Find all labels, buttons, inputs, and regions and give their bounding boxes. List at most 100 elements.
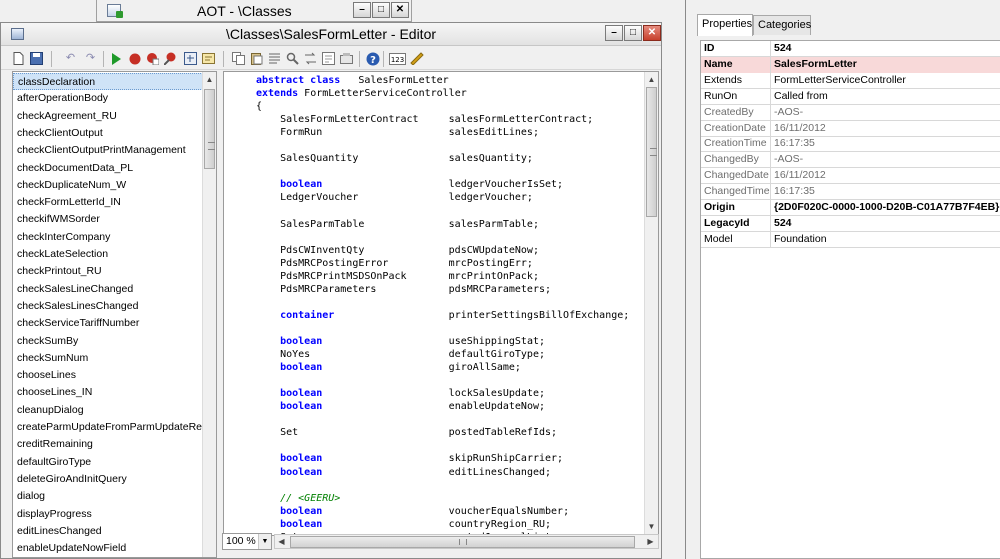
property-row[interactable]: ChangedTime 16:17:35 — [701, 184, 1000, 201]
code-line[interactable]: boolean enableUpdateNow; — [256, 400, 545, 413]
script-icon[interactable] — [321, 51, 336, 66]
property-value[interactable]: SalesFormLetter — [771, 56, 1000, 73]
code-line[interactable]: PdsMRCParameters pdsMRCParameters; — [256, 283, 551, 296]
minimize-icon[interactable]: – — [605, 25, 623, 41]
property-row[interactable]: ID 524 — [701, 41, 1000, 57]
line-number-icon[interactable]: 123 — [389, 51, 406, 66]
code-line[interactable]: FormRun salesEditLines; — [256, 126, 539, 139]
paste-icon[interactable] — [249, 51, 264, 66]
toggle-breakpoint-icon[interactable] — [163, 51, 178, 66]
code-line[interactable]: NoYes defaultGiroType; — [256, 348, 545, 361]
method-item[interactable]: checkClientOutputPrintManagement — [13, 142, 203, 159]
code-line[interactable]: boolean skipRunShipCarrier; — [256, 452, 563, 465]
property-value[interactable]: FormLetterServiceController — [771, 73, 1000, 89]
code-line[interactable]: boolean ledgerVoucherIsSet; — [256, 178, 563, 191]
code-line[interactable]: PdsCWInventQty pdsCWUpdateNow; — [256, 244, 539, 257]
property-value[interactable]: Foundation — [771, 232, 1000, 248]
help-icon[interactable]: ? — [365, 51, 380, 66]
property-value[interactable]: 16/11/2012 — [771, 121, 1000, 137]
property-row[interactable]: CreationTime 16:17:35 — [701, 136, 1000, 153]
method-item[interactable]: checkSumBy — [13, 333, 203, 350]
compile-icon[interactable] — [183, 51, 198, 66]
method-item[interactable]: createParmUpdateFromParmUpdateRecord — [13, 419, 216, 436]
code-line[interactable]: PdsMRCPrintMSDSOnPack mrcPrintOnPack; — [256, 270, 539, 283]
code-vertical-scrollbar[interactable]: ▲ ▼ — [644, 72, 658, 535]
tab-properties[interactable]: Properties — [697, 14, 753, 36]
property-value[interactable]: Called from — [771, 89, 1000, 105]
code-line[interactable]: { — [256, 100, 262, 113]
property-row[interactable]: LegacyId 524 — [701, 215, 1000, 232]
method-item[interactable]: displayProgress — [13, 506, 203, 523]
method-item[interactable]: chooseLines — [13, 367, 203, 384]
property-row[interactable]: CreatedBy -AOS- — [701, 104, 1000, 121]
code-line[interactable]: container printerSettingsBillOfExchange; — [256, 309, 629, 322]
method-item[interactable]: enableUpdateNowField — [13, 540, 203, 557]
property-value[interactable]: {2D0F020C-0000-1000-D20B-C01A77B7F4EB} — [771, 200, 1000, 216]
new-icon[interactable] — [11, 51, 26, 66]
method-item[interactable]: dialog — [13, 488, 203, 505]
undo-icon[interactable]: ↶ — [63, 51, 78, 66]
method-item[interactable]: checkSalesLinesChanged — [13, 298, 203, 315]
property-value[interactable]: 524 — [771, 216, 1000, 232]
code-line[interactable]: SalesParmTable salesParmTable; — [256, 218, 539, 231]
method-item[interactable]: checkAgreement_RU — [13, 108, 203, 125]
maximize-icon[interactable]: □ — [372, 2, 390, 18]
tools-icon[interactable] — [339, 51, 354, 66]
code-line[interactable]: SalesFormLetterContract salesFormLetterC… — [256, 113, 593, 126]
list-icon[interactable] — [267, 51, 282, 66]
method-item[interactable]: creditRemaining — [13, 436, 203, 453]
method-item[interactable]: checkClientOutput — [13, 125, 203, 142]
method-item[interactable]: checkInterCompany — [13, 229, 203, 246]
method-item[interactable]: checkSalesLineChanged — [13, 281, 203, 298]
code-line[interactable]: Set postedTableRefIds; — [256, 426, 557, 439]
tab-categories[interactable]: Categories — [753, 15, 811, 35]
code-editor[interactable]: abstract class SalesFormLetter extends Fo… — [223, 71, 659, 536]
code-line[interactable]: LedgerVoucher ledgerVoucher; — [256, 191, 533, 204]
close-icon[interactable]: ✕ — [643, 25, 661, 41]
method-item[interactable]: classDeclaration — [13, 73, 203, 90]
property-value[interactable]: 16/11/2012 — [771, 168, 1000, 184]
method-item[interactable]: defaultGiroType — [13, 454, 203, 471]
scroll-left-icon[interactable]: ◀ — [275, 535, 288, 548]
property-row[interactable]: ChangedDate 16/11/2012 — [701, 168, 1000, 185]
script-tools-icon[interactable] — [409, 51, 424, 66]
code-line[interactable]: boolean lockSalesUpdate; — [256, 387, 545, 400]
code-line[interactable]: boolean countryRegion_RU; — [256, 518, 551, 531]
scroll-up-icon[interactable]: ▲ — [203, 72, 216, 87]
code-line[interactable]: PdsMRCPostingError mrcPostingErr; — [256, 257, 533, 270]
method-item[interactable]: cleanupDialog — [13, 402, 203, 419]
method-item[interactable]: editLinesChanged — [13, 523, 203, 540]
scroll-thumb[interactable] — [204, 89, 215, 169]
run-icon[interactable] — [109, 51, 124, 66]
method-item[interactable]: checkDuplicateNum_W — [13, 177, 203, 194]
method-item[interactable]: chooseLines_IN — [13, 384, 203, 401]
method-item[interactable]: checkDocumentData_PL — [13, 160, 203, 177]
minimize-icon[interactable]: – — [353, 2, 371, 18]
replace-icon[interactable] — [303, 51, 318, 66]
method-item[interactable]: checkSumNum — [13, 350, 203, 367]
property-row[interactable]: Model Foundation — [701, 231, 1000, 248]
scroll-up-icon[interactable]: ▲ — [645, 72, 658, 87]
redo-icon[interactable]: ↷ — [83, 51, 98, 66]
property-value[interactable]: 16:17:35 — [771, 184, 1000, 200]
code-line[interactable]: boolean editLinesChanged; — [256, 466, 551, 479]
close-icon[interactable]: ✕ — [391, 2, 409, 18]
code-horizontal-scrollbar[interactable]: ◀ ▶ — [274, 534, 659, 549]
code-line[interactable]: extends FormLetterServiceController — [256, 87, 467, 100]
scroll-right-icon[interactable]: ▶ — [644, 535, 657, 548]
code-line[interactable]: SalesQuantity salesQuantity; — [256, 152, 533, 165]
find-icon[interactable] — [285, 51, 300, 66]
method-item[interactable]: checkPrintout_RU — [13, 263, 203, 280]
property-row[interactable]: Extends FormLetterServiceController — [701, 72, 1000, 89]
property-row[interactable]: Origin {2D0F020C-0000-1000-D20B-C01A77B7F… — [701, 200, 1000, 216]
method-item[interactable]: checkServiceTariffNumber — [13, 315, 203, 332]
property-value[interactable]: 16:17:35 — [771, 136, 1000, 152]
code-line[interactable]: abstract class SalesFormLetter — [256, 74, 449, 87]
property-row[interactable]: ChangedBy -AOS- — [701, 152, 1000, 169]
lookup-icon[interactable] — [201, 51, 216, 66]
copy-icon[interactable] — [231, 51, 246, 66]
method-list[interactable]: classDeclaration afterOperationBody checkA… — [12, 71, 217, 558]
method-list-scrollbar[interactable]: ▲ — [202, 72, 216, 557]
scroll-thumb[interactable] — [290, 536, 635, 548]
method-item[interactable]: deleteGiroAndInitQuery — [13, 471, 203, 488]
